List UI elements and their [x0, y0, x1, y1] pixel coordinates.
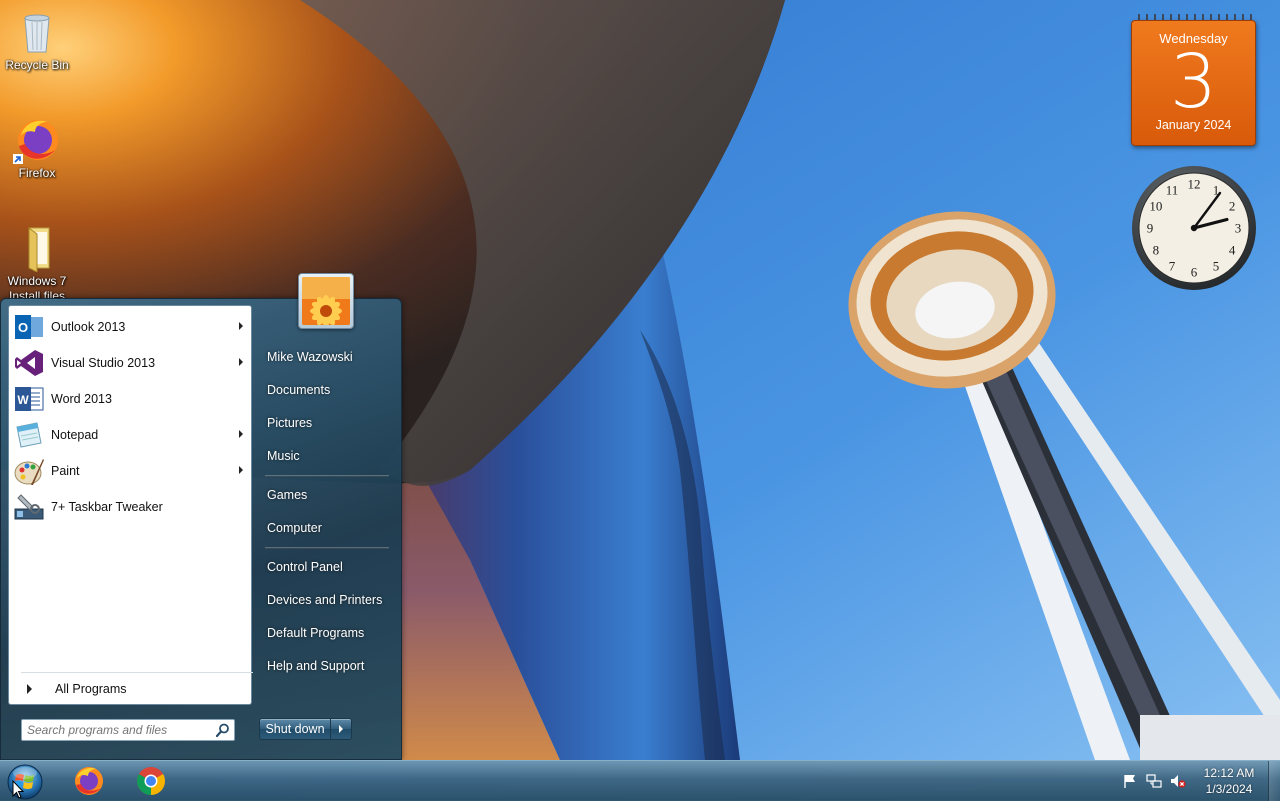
user-account-picture[interactable]: [298, 273, 354, 329]
notepad-icon: [16, 422, 42, 448]
submenu-arrow-icon[interactable]: [239, 322, 243, 330]
folder-icon: [13, 224, 61, 273]
submenu-arrow-icon[interactable]: [239, 430, 243, 438]
clock-numeral: 2: [1229, 199, 1236, 214]
calendar-month-year: January 2024: [1155, 118, 1232, 132]
taskbar-chrome-button[interactable]: [122, 762, 180, 800]
computer-link[interactable]: Computer: [261, 516, 401, 540]
search-box[interactable]: [21, 719, 235, 741]
desktop-icon-recycle-bin[interactable]: Recycle Bin: [0, 8, 74, 73]
program-label: Visual Studio 2013: [51, 356, 156, 370]
start-menu: O Outlook 2013 Visual Studio 2013 W Word…: [0, 298, 402, 760]
program-item-outlook[interactable]: O Outlook 2013: [13, 310, 249, 344]
volume-muted-icon[interactable]: [1170, 773, 1186, 789]
program-item-taskbar-tweaker[interactable]: 7+ Taskbar Tweaker: [13, 490, 249, 524]
shut-down-options-button[interactable]: [331, 718, 352, 740]
taskbar-clock[interactable]: 12:12 AM 1/3/2024: [1196, 765, 1262, 797]
start-menu-programs-pane: O Outlook 2013 Visual Studio 2013 W Word…: [8, 305, 253, 705]
programs-divider: [21, 672, 253, 673]
program-label: Outlook 2013: [51, 320, 126, 334]
svg-text:O: O: [18, 320, 28, 335]
svg-text:W: W: [17, 393, 29, 407]
clock-numeral: 7: [1169, 259, 1176, 274]
control-panel-link[interactable]: Control Panel: [261, 555, 401, 579]
search-icon[interactable]: [216, 723, 230, 737]
firefox-icon: [13, 116, 61, 164]
taskbar-date: 1/3/2024: [1205, 782, 1253, 796]
user-folder-link[interactable]: Mike Wazowski: [261, 345, 401, 369]
submenu-arrow-icon[interactable]: [239, 466, 243, 474]
help-support-link[interactable]: Help and Support: [261, 654, 401, 678]
desktop-icon-label: Recycle Bin: [5, 58, 69, 72]
desktop-icon-install-files[interactable]: Windows 7 Install files: [0, 224, 74, 304]
devices-printers-link[interactable]: Devices and Printers: [261, 588, 401, 612]
mouse-cursor-icon: [12, 780, 24, 799]
program-label: Notepad: [51, 428, 99, 442]
clock-numeral: 4: [1229, 243, 1236, 258]
desktop-icon-label: Firefox: [18, 166, 56, 180]
clock-numeral: 10: [1149, 199, 1162, 214]
shut-down-button[interactable]: Shut down: [259, 718, 331, 740]
clock-numeral: 6: [1191, 265, 1198, 280]
default-programs-link[interactable]: Default Programs: [261, 621, 401, 645]
desktop-icon-firefox[interactable]: Firefox: [0, 116, 74, 181]
clock-gadget[interactable]: 12 1234567891011: [1131, 165, 1257, 291]
all-programs-label: All Programs: [55, 682, 127, 696]
submenu-arrow-icon[interactable]: [239, 358, 243, 366]
visual-studio-icon: [15, 350, 43, 376]
music-link[interactable]: Music: [261, 444, 401, 468]
word-icon: W: [15, 387, 44, 411]
documents-link[interactable]: Documents: [261, 378, 401, 402]
search-input[interactable]: [27, 721, 211, 739]
clock-numeral: 12: [1188, 177, 1201, 192]
places-divider: [265, 475, 389, 477]
program-label: Paint: [51, 464, 80, 478]
program-item-paint[interactable]: Paint: [13, 454, 249, 488]
all-programs-button[interactable]: All Programs: [19, 678, 249, 700]
clock-numeral: 11: [1166, 182, 1179, 197]
games-link[interactable]: Games: [261, 483, 401, 507]
pictures-link[interactable]: Pictures: [261, 411, 401, 435]
program-item-visual-studio[interactable]: Visual Studio 2013: [13, 346, 249, 380]
clock-numeral: 5: [1213, 259, 1220, 274]
network-icon[interactable]: [1146, 773, 1162, 789]
chevron-right-icon: [339, 725, 343, 733]
recycle-bin-icon: [13, 8, 61, 56]
action-center-flag-icon[interactable]: [1122, 773, 1138, 789]
flower-avatar-icon: [302, 277, 350, 327]
calendar-day: 3: [1169, 39, 1218, 125]
firefox-icon: [75, 767, 103, 795]
outlook-icon: O: [15, 315, 43, 339]
clock-numeral: 9: [1147, 221, 1154, 236]
calendar-gadget[interactable]: Wednesday 3 January 2024: [1131, 14, 1256, 146]
taskbar-tweaker-icon: [14, 494, 44, 520]
all-programs-arrow-icon: [27, 684, 32, 694]
taskbar-time: 12:12 AM: [1203, 766, 1255, 780]
chrome-icon: [137, 767, 165, 795]
taskbar-firefox-button[interactable]: [60, 762, 118, 800]
taskbar: 12:12 AM 1/3/2024: [0, 760, 1280, 801]
shortcut-arrow-icon: [13, 154, 23, 164]
start-menu-places-pane: Mike Wazowski Documents Pictures Music G…: [255, 299, 401, 759]
clock-numeral: 8: [1153, 243, 1160, 258]
places-divider: [265, 547, 389, 549]
show-desktop-button[interactable]: [1268, 761, 1280, 801]
program-item-word[interactable]: W Word 2013: [13, 382, 249, 416]
clock-numeral: 3: [1235, 221, 1242, 236]
program-label: 7+ Taskbar Tweaker: [51, 500, 163, 514]
paint-icon: [14, 459, 44, 485]
program-item-notepad[interactable]: Notepad: [13, 418, 249, 452]
calendar-page: Wednesday 3 January 2024: [1131, 20, 1256, 146]
program-label: Word 2013: [51, 392, 112, 406]
